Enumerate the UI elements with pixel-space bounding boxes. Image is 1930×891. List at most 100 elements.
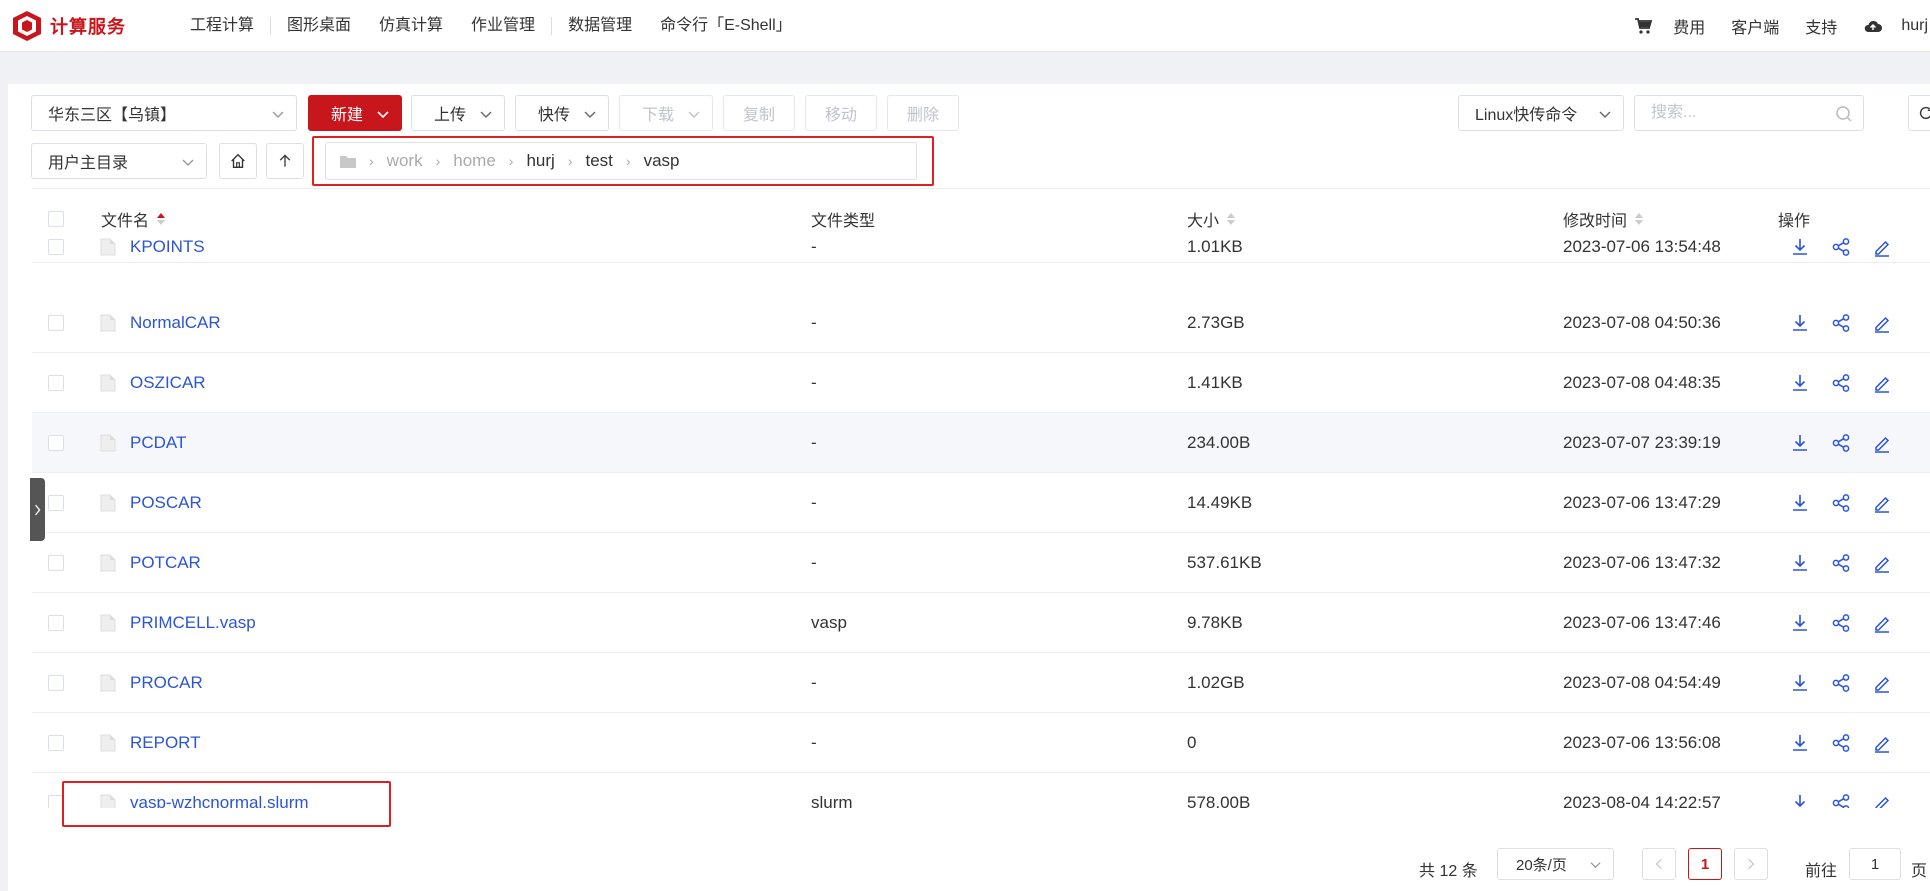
- up-directory-button[interactable]: [266, 143, 304, 179]
- folder-icon[interactable]: [340, 154, 356, 168]
- share-icon[interactable]: [1831, 673, 1851, 693]
- row-checkbox[interactable]: [48, 314, 64, 331]
- file-name-link[interactable]: KPOINTS: [130, 237, 205, 257]
- nav-engineering[interactable]: 工程计算: [176, 0, 268, 52]
- share-icon[interactable]: [1831, 793, 1851, 809]
- edit-icon[interactable]: [1872, 313, 1892, 333]
- table-row[interactable]: POSCAR - 14.49KB 2023-07-06 13:47:29: [32, 473, 1930, 533]
- sort-icon[interactable]: [155, 211, 167, 227]
- edit-icon[interactable]: [1872, 373, 1892, 393]
- delete-button[interactable]: 删除: [887, 95, 959, 131]
- download-icon[interactable]: [1790, 553, 1810, 573]
- nav-simulation[interactable]: 仿真计算: [365, 0, 457, 52]
- move-button[interactable]: 移动: [805, 95, 877, 131]
- file-name-link[interactable]: POTCAR: [130, 553, 201, 573]
- row-checkbox[interactable]: [48, 554, 64, 571]
- share-icon[interactable]: [1831, 313, 1851, 333]
- search-icon[interactable]: [1835, 105, 1853, 123]
- row-checkbox[interactable]: [48, 239, 64, 255]
- edit-icon[interactable]: [1872, 733, 1892, 753]
- next-page-button[interactable]: [1734, 848, 1768, 880]
- breadcrumb-item[interactable]: test: [585, 151, 612, 171]
- nav-data[interactable]: 数据管理: [554, 0, 646, 52]
- page-size-select[interactable]: 20条/页: [1497, 848, 1614, 880]
- table-row[interactable]: KPOINTS - 1.01KB 2023-07-06 13:54:48: [32, 232, 1930, 263]
- table-row[interactable]: PRIMCELL.vasp vasp 9.78KB 2023-07-06 13:47:…: [32, 593, 1930, 653]
- file-name-link[interactable]: PRIMCELL.vasp: [130, 613, 256, 633]
- prev-page-button[interactable]: [1642, 848, 1676, 880]
- download-icon[interactable]: [1790, 673, 1810, 693]
- row-checkbox[interactable]: [48, 674, 64, 691]
- user-name[interactable]: hurj: [1901, 17, 1928, 35]
- nav-support[interactable]: 支持: [1805, 14, 1837, 38]
- brand-logo[interactable]: 计算服务: [10, 9, 150, 43]
- nav-jobs[interactable]: 作业管理: [457, 0, 549, 52]
- sidebar-toggle[interactable]: [30, 478, 45, 541]
- copy-button[interactable]: 复制: [723, 95, 795, 131]
- file-name-link[interactable]: OSZICAR: [130, 373, 206, 393]
- page-number-current[interactable]: 1: [1688, 848, 1722, 880]
- cloud-icon[interactable]: [1863, 16, 1883, 36]
- share-icon[interactable]: [1831, 493, 1851, 513]
- row-checkbox[interactable]: [48, 494, 64, 511]
- nav-eshell[interactable]: 命令行「E-Shell」: [646, 0, 806, 52]
- edit-icon[interactable]: [1872, 433, 1892, 453]
- breadcrumb-item[interactable]: work: [387, 151, 423, 171]
- download-icon[interactable]: [1790, 613, 1810, 633]
- table-row[interactable]: POTCAR - 537.61KB 2023-07-06 13:47:32: [32, 533, 1930, 593]
- region-select[interactable]: 华东三区【乌镇】: [31, 95, 297, 131]
- share-icon[interactable]: [1831, 433, 1851, 453]
- edit-icon[interactable]: [1872, 613, 1892, 633]
- search-input[interactable]: [1635, 96, 1863, 130]
- edit-icon[interactable]: [1872, 673, 1892, 693]
- file-name-link[interactable]: NormalCAR: [130, 313, 221, 333]
- download-button[interactable]: 下载: [619, 95, 713, 131]
- nav-client[interactable]: 客户端: [1731, 14, 1779, 38]
- download-icon[interactable]: [1790, 733, 1810, 753]
- row-checkbox[interactable]: [48, 734, 64, 751]
- breadcrumb-item[interactable]: home: [453, 151, 496, 171]
- table-row[interactable]: PROCAR - 1.02GB 2023-07-08 04:54:49: [32, 653, 1930, 713]
- share-icon[interactable]: [1831, 237, 1851, 257]
- download-icon[interactable]: [1790, 433, 1810, 453]
- table-row[interactable]: REPORT - 0 2023-07-06 13:56:08: [32, 713, 1930, 773]
- home-button[interactable]: [219, 143, 257, 179]
- sort-icon[interactable]: [1225, 211, 1237, 227]
- goto-page-input[interactable]: 1: [1849, 848, 1901, 880]
- edit-icon[interactable]: [1872, 237, 1892, 257]
- select-all-checkbox[interactable]: [48, 210, 64, 227]
- edit-icon[interactable]: [1872, 553, 1892, 573]
- file-name-link[interactable]: POSCAR: [130, 493, 202, 513]
- sort-icon[interactable]: [1633, 211, 1645, 227]
- download-icon[interactable]: [1790, 313, 1810, 333]
- nav-desktop[interactable]: 图形桌面: [273, 0, 365, 52]
- share-icon[interactable]: [1831, 613, 1851, 633]
- file-name-link[interactable]: REPORT: [130, 733, 201, 753]
- file-name-link[interactable]: PCDAT: [130, 433, 186, 453]
- fast-transfer-button[interactable]: 快传: [515, 95, 609, 131]
- refresh-button[interactable]: [1908, 95, 1930, 131]
- linux-command-select[interactable]: Linux快传命令: [1458, 95, 1624, 131]
- new-button[interactable]: 新建: [308, 95, 402, 131]
- row-checkbox[interactable]: [48, 614, 64, 631]
- upload-button[interactable]: 上传: [411, 95, 505, 131]
- table-row[interactable]: NormalCAR - 2.73GB 2023-07-08 04:50:36: [32, 293, 1930, 353]
- home-dir-select[interactable]: 用户主目录: [31, 143, 207, 179]
- nav-cost[interactable]: 费用: [1673, 14, 1705, 38]
- edit-icon[interactable]: [1872, 493, 1892, 513]
- table-row[interactable]: PCDAT - 234.00B 2023-07-07 23:39:19: [32, 413, 1930, 473]
- share-icon[interactable]: [1831, 553, 1851, 573]
- breadcrumb-item[interactable]: hurj: [526, 151, 554, 171]
- share-icon[interactable]: [1831, 373, 1851, 393]
- download-icon[interactable]: [1790, 373, 1810, 393]
- table-row[interactable]: OSZICAR - 1.41KB 2023-07-08 04:48:35: [32, 353, 1930, 413]
- edit-icon[interactable]: [1872, 793, 1892, 809]
- cart-icon[interactable]: [1633, 16, 1653, 36]
- breadcrumb-item-current[interactable]: vasp: [644, 151, 680, 171]
- file-name-link[interactable]: PROCAR: [130, 673, 203, 693]
- row-checkbox[interactable]: [48, 434, 64, 451]
- download-icon[interactable]: [1790, 493, 1810, 513]
- download-icon[interactable]: [1790, 237, 1810, 257]
- row-checkbox[interactable]: [48, 374, 64, 391]
- download-icon[interactable]: [1790, 793, 1810, 809]
